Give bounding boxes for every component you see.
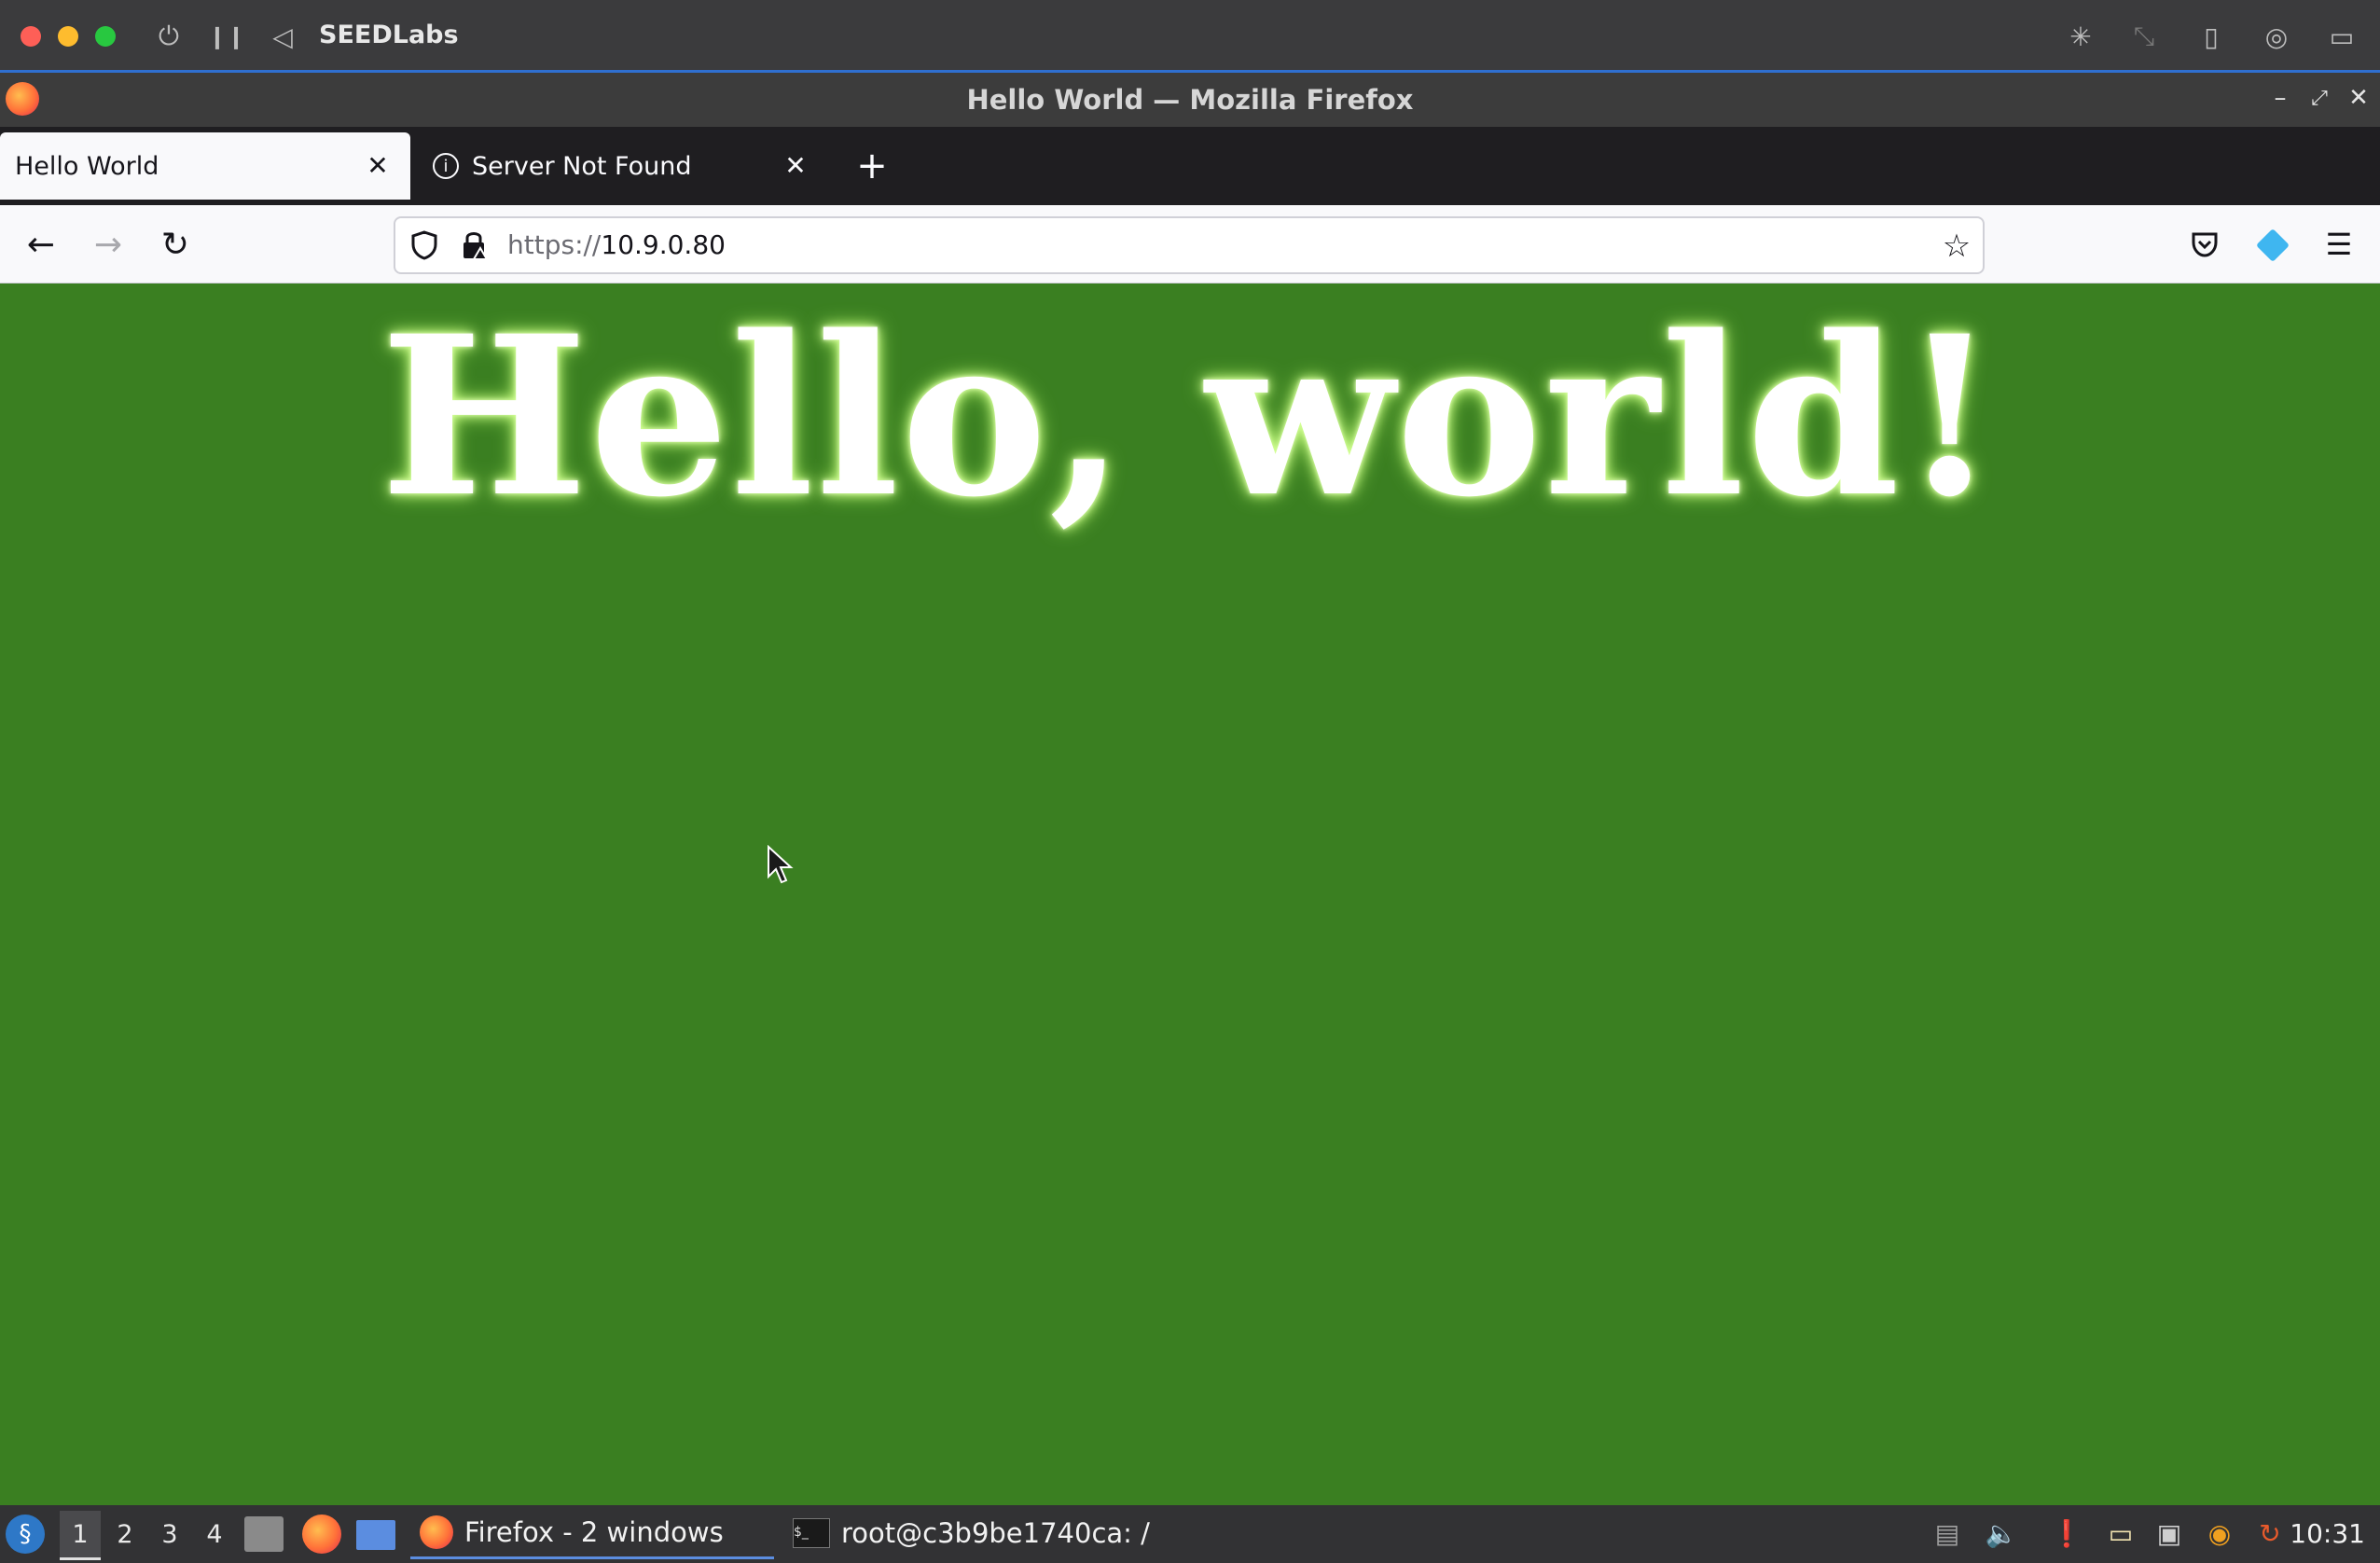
tab-server-not-found[interactable]: i Server Not Found ✕ bbox=[418, 132, 828, 200]
desktop-icon[interactable] bbox=[356, 1520, 395, 1550]
display-icon[interactable]: ▣ bbox=[2151, 1515, 2188, 1552]
bookmark-star-icon[interactable]: ☆ bbox=[1932, 222, 1981, 270]
taskbar-terminal[interactable]: $_ root@c3b9be1740ca: / bbox=[789, 1507, 1181, 1559]
forward-button[interactable]: → bbox=[84, 220, 132, 269]
task-label: Firefox - 2 windows bbox=[464, 1515, 724, 1548]
menu-icon[interactable]: ☰ bbox=[2315, 220, 2363, 269]
tab-close-icon[interactable]: ✕ bbox=[780, 149, 811, 181]
pocket-icon[interactable] bbox=[2180, 220, 2229, 269]
taskbar-firefox[interactable]: Firefox - 2 windows bbox=[410, 1507, 774, 1559]
new-tab-button[interactable]: + bbox=[851, 140, 893, 192]
usb-icon[interactable]: ▯ bbox=[2192, 17, 2231, 56]
workspace-4[interactable]: 4 bbox=[194, 1511, 235, 1557]
maximize-icon[interactable]: ⤢ bbox=[2304, 82, 2335, 114]
pause-icon[interactable]: ❙❙ bbox=[207, 17, 246, 56]
close-icon[interactable]: ✕ bbox=[2343, 82, 2374, 114]
back-icon[interactable]: ◁ bbox=[263, 17, 302, 56]
notification-icon[interactable]: ❗ bbox=[2048, 1515, 2085, 1552]
vm-title: SEEDLabs bbox=[319, 21, 459, 49]
start-menu-icon[interactable]: § bbox=[6, 1515, 45, 1554]
tab-label: Server Not Found bbox=[472, 151, 692, 181]
file-manager-icon[interactable] bbox=[244, 1516, 284, 1552]
window-title: Hello World — Mozilla Firefox bbox=[966, 84, 1414, 116]
brightness-icon[interactable]: ✳ bbox=[2061, 17, 2100, 56]
shield-icon[interactable] bbox=[410, 230, 438, 260]
lock-warning-icon[interactable] bbox=[460, 229, 488, 261]
keyboard-icon[interactable]: ▤ bbox=[1929, 1515, 1966, 1552]
mouse-cursor-icon bbox=[768, 845, 794, 884]
power-icon[interactable]: ⏻ bbox=[149, 17, 188, 56]
resize-icon[interactable]: ⤡ bbox=[2124, 17, 2164, 56]
zoom-window-button[interactable] bbox=[95, 26, 116, 47]
network-icon[interactable]: ◉ bbox=[2201, 1515, 2238, 1552]
clock: 10:31 bbox=[2290, 1518, 2365, 1549]
workspace-3[interactable]: 3 bbox=[149, 1511, 190, 1557]
update-icon[interactable]: ↻ bbox=[2251, 1515, 2289, 1552]
camera-icon[interactable]: ◎ bbox=[2257, 17, 2296, 56]
tab-hello-world[interactable]: Hello World ✕ bbox=[0, 132, 410, 200]
firefox-icon bbox=[420, 1515, 453, 1549]
folder-icon[interactable]: ▭ bbox=[2322, 17, 2361, 56]
tab-close-icon[interactable]: ✕ bbox=[362, 149, 394, 181]
tab-label: Hello World bbox=[15, 151, 159, 181]
clipboard-icon[interactable]: ▭ bbox=[2102, 1515, 2139, 1552]
info-icon: i bbox=[433, 153, 459, 179]
url-text[interactable]: https://10.9.0.80 bbox=[507, 229, 726, 260]
page-headline: Hello, world! bbox=[380, 288, 2000, 546]
firefox-launcher-icon[interactable] bbox=[302, 1515, 341, 1554]
minimize-window-button[interactable] bbox=[58, 26, 78, 47]
minimize-icon[interactable]: – bbox=[2264, 82, 2296, 114]
close-window-button[interactable] bbox=[21, 26, 41, 47]
task-label: root@c3b9be1740ca: / bbox=[841, 1517, 1150, 1549]
back-button[interactable]: ← bbox=[17, 220, 65, 269]
terminal-icon: $_ bbox=[793, 1518, 830, 1548]
url-scheme: https:// bbox=[507, 229, 602, 260]
workspace-2[interactable]: 2 bbox=[104, 1511, 145, 1557]
workspace-1[interactable]: 1 bbox=[60, 1511, 101, 1560]
volume-icon[interactable]: 🔈 bbox=[1983, 1515, 2020, 1552]
reload-button[interactable]: ↻ bbox=[151, 220, 200, 269]
url-host: 10.9.0.80 bbox=[601, 229, 726, 260]
